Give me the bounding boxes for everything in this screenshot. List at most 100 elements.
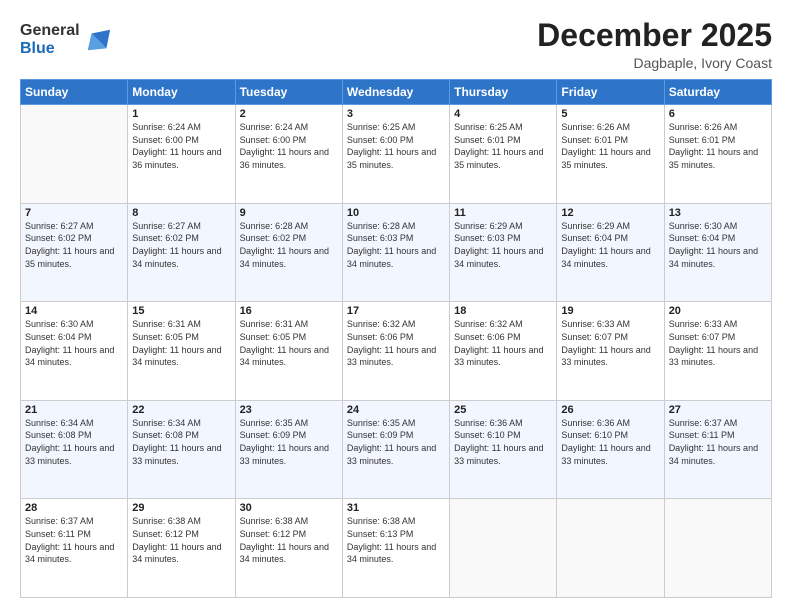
table-row: 1Sunrise: 6:24 AM Sunset: 6:00 PM Daylig… [128,105,235,204]
day-number: 6 [669,108,767,120]
table-row: 24Sunrise: 6:35 AM Sunset: 6:09 PM Dayli… [342,400,449,499]
table-row: 4Sunrise: 6:25 AM Sunset: 6:01 PM Daylig… [450,105,557,204]
day-number: 11 [454,207,552,219]
day-number: 24 [347,404,445,416]
table-row: 22Sunrise: 6:34 AM Sunset: 6:08 PM Dayli… [128,400,235,499]
day-number: 15 [132,305,230,317]
table-row: 5Sunrise: 6:26 AM Sunset: 6:01 PM Daylig… [557,105,664,204]
day-info: Sunrise: 6:38 AM Sunset: 6:12 PM Dayligh… [132,515,230,565]
table-row: 8Sunrise: 6:27 AM Sunset: 6:02 PM Daylig… [128,203,235,302]
table-row [450,499,557,598]
title-block: December 2025 Dagbaple, Ivory Coast [537,18,772,71]
day-number: 9 [240,207,338,219]
calendar-week-row: 1Sunrise: 6:24 AM Sunset: 6:00 PM Daylig… [21,105,772,204]
day-info: Sunrise: 6:38 AM Sunset: 6:12 PM Dayligh… [240,515,338,565]
table-row [664,499,771,598]
day-info: Sunrise: 6:37 AM Sunset: 6:11 PM Dayligh… [669,417,767,467]
day-number: 2 [240,108,338,120]
table-row [557,499,664,598]
table-row: 13Sunrise: 6:30 AM Sunset: 6:04 PM Dayli… [664,203,771,302]
table-row: 11Sunrise: 6:29 AM Sunset: 6:03 PM Dayli… [450,203,557,302]
table-row: 16Sunrise: 6:31 AM Sunset: 6:05 PM Dayli… [235,302,342,401]
day-number: 26 [561,404,659,416]
day-info: Sunrise: 6:34 AM Sunset: 6:08 PM Dayligh… [25,417,123,467]
month-title: December 2025 [537,18,772,53]
day-info: Sunrise: 6:25 AM Sunset: 6:01 PM Dayligh… [454,121,552,171]
col-wednesday: Wednesday [342,80,449,105]
table-row: 20Sunrise: 6:33 AM Sunset: 6:07 PM Dayli… [664,302,771,401]
day-number: 21 [25,404,123,416]
col-monday: Monday [128,80,235,105]
table-row: 17Sunrise: 6:32 AM Sunset: 6:06 PM Dayli… [342,302,449,401]
page: General Blue December 2025 Dagbaple, Ivo… [0,0,792,612]
day-number: 5 [561,108,659,120]
day-number: 7 [25,207,123,219]
table-row: 26Sunrise: 6:36 AM Sunset: 6:10 PM Dayli… [557,400,664,499]
calendar-week-row: 7Sunrise: 6:27 AM Sunset: 6:02 PM Daylig… [21,203,772,302]
calendar-table: Sunday Monday Tuesday Wednesday Thursday… [20,79,772,598]
table-row: 9Sunrise: 6:28 AM Sunset: 6:02 PM Daylig… [235,203,342,302]
day-info: Sunrise: 6:28 AM Sunset: 6:02 PM Dayligh… [240,220,338,270]
table-row: 19Sunrise: 6:33 AM Sunset: 6:07 PM Dayli… [557,302,664,401]
day-info: Sunrise: 6:29 AM Sunset: 6:03 PM Dayligh… [454,220,552,270]
day-number: 4 [454,108,552,120]
table-row: 31Sunrise: 6:38 AM Sunset: 6:13 PM Dayli… [342,499,449,598]
table-row: 25Sunrise: 6:36 AM Sunset: 6:10 PM Dayli… [450,400,557,499]
table-row: 18Sunrise: 6:32 AM Sunset: 6:06 PM Dayli… [450,302,557,401]
day-info: Sunrise: 6:37 AM Sunset: 6:11 PM Dayligh… [25,515,123,565]
day-info: Sunrise: 6:30 AM Sunset: 6:04 PM Dayligh… [25,318,123,368]
table-row: 27Sunrise: 6:37 AM Sunset: 6:11 PM Dayli… [664,400,771,499]
logo-blue: Blue [20,40,80,58]
location: Dagbaple, Ivory Coast [537,55,772,71]
table-row: 29Sunrise: 6:38 AM Sunset: 6:12 PM Dayli… [128,499,235,598]
table-row [21,105,128,204]
table-row: 30Sunrise: 6:38 AM Sunset: 6:12 PM Dayli… [235,499,342,598]
logo-text: General Blue [20,22,80,57]
day-number: 23 [240,404,338,416]
col-thursday: Thursday [450,80,557,105]
day-info: Sunrise: 6:33 AM Sunset: 6:07 PM Dayligh… [669,318,767,368]
day-info: Sunrise: 6:29 AM Sunset: 6:04 PM Dayligh… [561,220,659,270]
day-number: 12 [561,207,659,219]
day-number: 29 [132,502,230,514]
table-row: 2Sunrise: 6:24 AM Sunset: 6:00 PM Daylig… [235,105,342,204]
logo: General Blue [20,22,112,57]
col-sunday: Sunday [21,80,128,105]
day-info: Sunrise: 6:38 AM Sunset: 6:13 PM Dayligh… [347,515,445,565]
calendar-week-row: 14Sunrise: 6:30 AM Sunset: 6:04 PM Dayli… [21,302,772,401]
table-row: 28Sunrise: 6:37 AM Sunset: 6:11 PM Dayli… [21,499,128,598]
day-info: Sunrise: 6:25 AM Sunset: 6:00 PM Dayligh… [347,121,445,171]
table-row: 15Sunrise: 6:31 AM Sunset: 6:05 PM Dayli… [128,302,235,401]
day-info: Sunrise: 6:36 AM Sunset: 6:10 PM Dayligh… [454,417,552,467]
day-info: Sunrise: 6:30 AM Sunset: 6:04 PM Dayligh… [669,220,767,270]
col-friday: Friday [557,80,664,105]
day-info: Sunrise: 6:31 AM Sunset: 6:05 PM Dayligh… [240,318,338,368]
table-row: 12Sunrise: 6:29 AM Sunset: 6:04 PM Dayli… [557,203,664,302]
day-number: 28 [25,502,123,514]
day-info: Sunrise: 6:32 AM Sunset: 6:06 PM Dayligh… [347,318,445,368]
col-tuesday: Tuesday [235,80,342,105]
header: General Blue December 2025 Dagbaple, Ivo… [20,18,772,71]
day-number: 1 [132,108,230,120]
table-row: 23Sunrise: 6:35 AM Sunset: 6:09 PM Dayli… [235,400,342,499]
day-number: 19 [561,305,659,317]
day-number: 3 [347,108,445,120]
day-number: 25 [454,404,552,416]
day-info: Sunrise: 6:24 AM Sunset: 6:00 PM Dayligh… [240,121,338,171]
table-row: 7Sunrise: 6:27 AM Sunset: 6:02 PM Daylig… [21,203,128,302]
day-number: 31 [347,502,445,514]
day-info: Sunrise: 6:31 AM Sunset: 6:05 PM Dayligh… [132,318,230,368]
day-number: 13 [669,207,767,219]
day-info: Sunrise: 6:28 AM Sunset: 6:03 PM Dayligh… [347,220,445,270]
day-number: 18 [454,305,552,317]
day-info: Sunrise: 6:35 AM Sunset: 6:09 PM Dayligh… [347,417,445,467]
calendar-week-row: 28Sunrise: 6:37 AM Sunset: 6:11 PM Dayli… [21,499,772,598]
logo-general: General [20,22,80,40]
table-row: 6Sunrise: 6:26 AM Sunset: 6:01 PM Daylig… [664,105,771,204]
day-info: Sunrise: 6:24 AM Sunset: 6:00 PM Dayligh… [132,121,230,171]
day-info: Sunrise: 6:26 AM Sunset: 6:01 PM Dayligh… [669,121,767,171]
day-number: 22 [132,404,230,416]
table-row: 14Sunrise: 6:30 AM Sunset: 6:04 PM Dayli… [21,302,128,401]
day-number: 20 [669,305,767,317]
day-number: 8 [132,207,230,219]
